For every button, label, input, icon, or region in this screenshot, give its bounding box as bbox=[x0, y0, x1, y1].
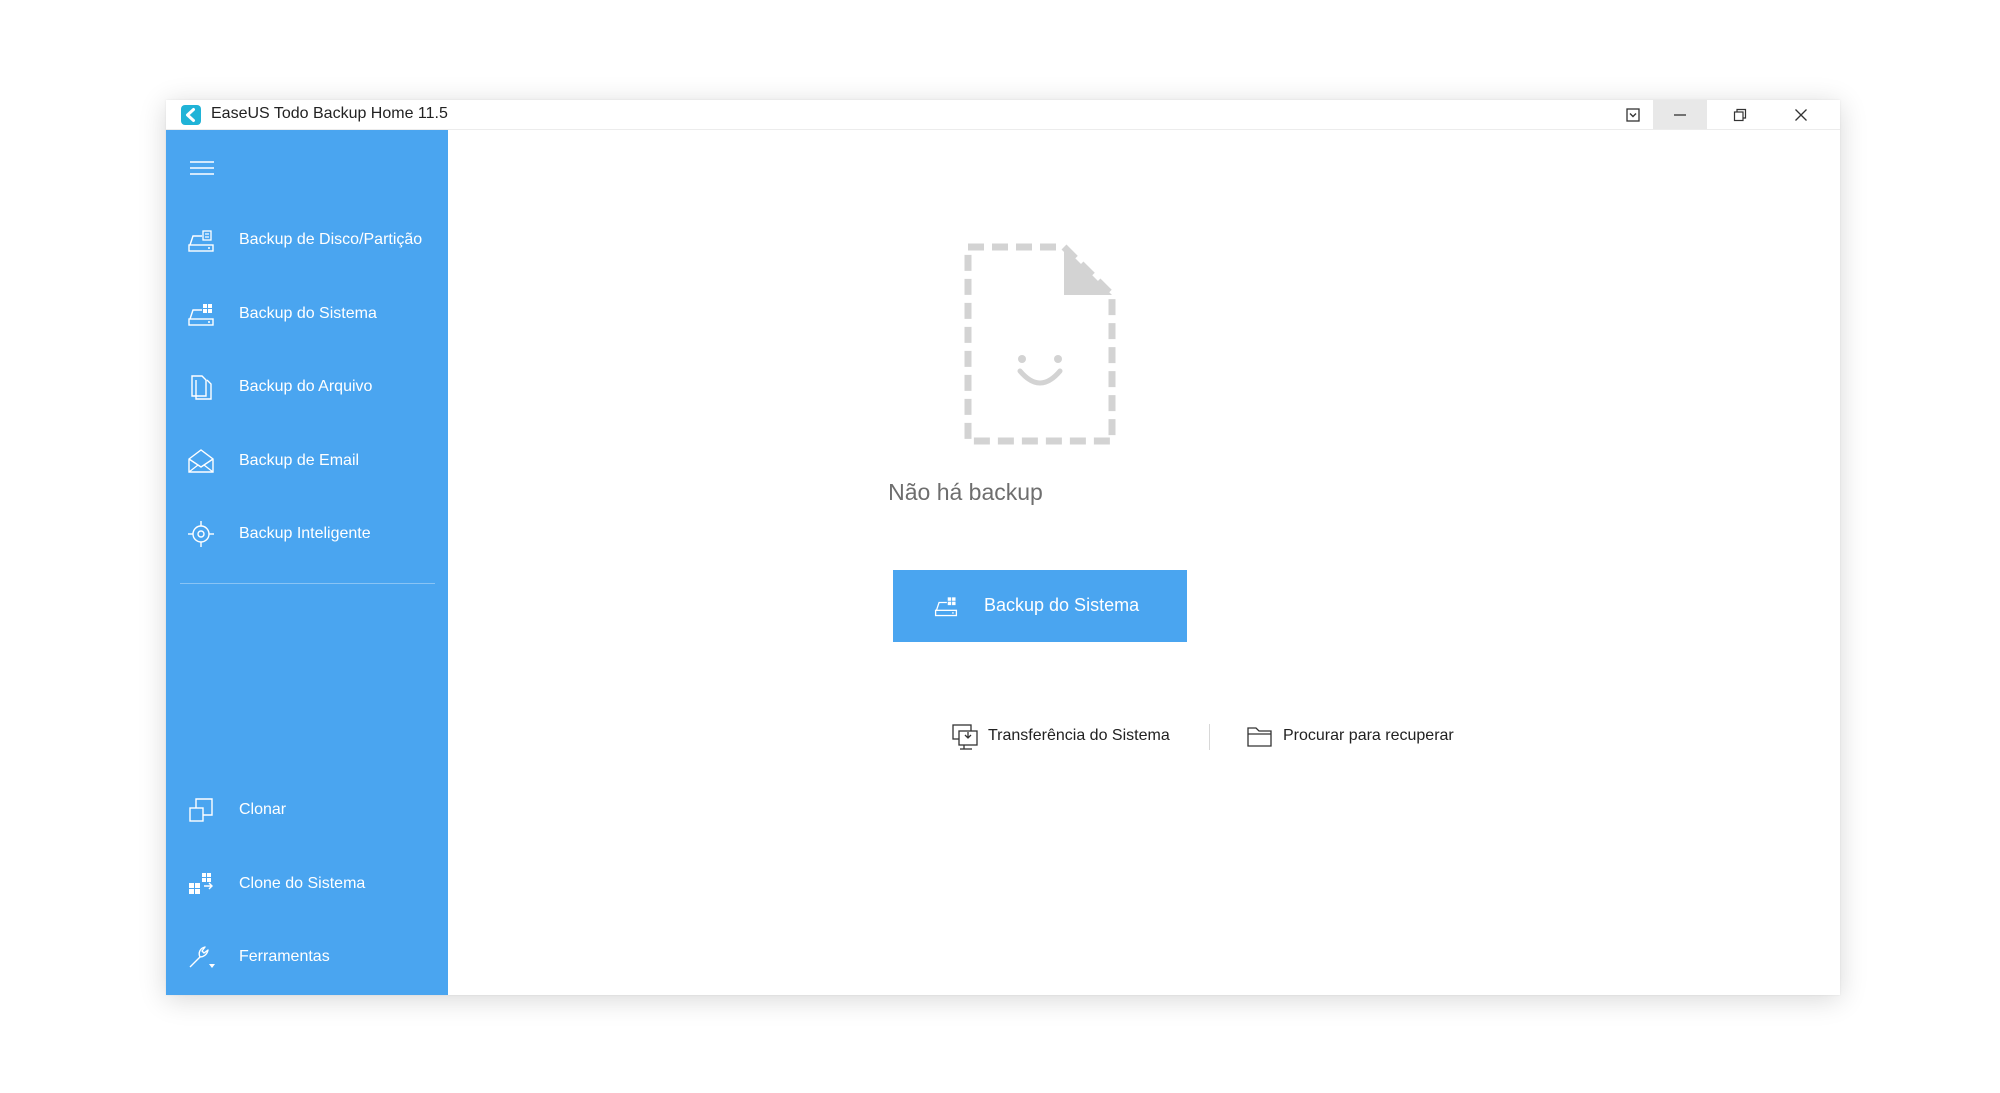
minimize-button[interactable] bbox=[1653, 100, 1707, 129]
system-backup-button[interactable]: Backup do Sistema bbox=[893, 570, 1187, 642]
dropdown-button[interactable] bbox=[1606, 100, 1660, 129]
file-backup-icon bbox=[191, 375, 212, 400]
app-window: EaseUS Todo Backup Home 11.5 Backup de D… bbox=[166, 100, 1840, 995]
system-transfer-link[interactable]: Transferência do Sistema bbox=[950, 720, 1170, 752]
minimize-icon bbox=[1674, 113, 1686, 116]
sidebar-item-system-backup[interactable]: Backup do Sistema bbox=[166, 286, 448, 342]
sidebar-item-email-backup[interactable]: Backup de Email bbox=[166, 433, 448, 489]
restore-button[interactable] bbox=[1713, 100, 1767, 129]
smart-backup-icon bbox=[188, 521, 214, 547]
sidebar-item-label: Backup do Sistema bbox=[239, 305, 377, 322]
sidebar-item-label: Backup de Email bbox=[239, 452, 360, 469]
title-bar: EaseUS Todo Backup Home 11.5 bbox=[166, 100, 1840, 130]
tools-icon bbox=[189, 946, 215, 968]
sidebar: Backup de Disco/Partição Backup do Siste… bbox=[166, 130, 448, 995]
sidebar-item-label: Backup Inteligente bbox=[239, 525, 371, 542]
browse-to-recover-label: Procurar para recuperar bbox=[1283, 727, 1454, 744]
system-backup-icon bbox=[934, 597, 958, 617]
dropdown-icon bbox=[1626, 107, 1640, 122]
system-transfer-label: Transferência do Sistema bbox=[988, 727, 1170, 744]
empty-state-text: Não há backup bbox=[888, 479, 1043, 505]
sidebar-item-label: Clone do Sistema bbox=[239, 875, 366, 892]
close-button[interactable] bbox=[1774, 100, 1828, 129]
close-icon bbox=[1795, 108, 1807, 121]
sidebar-item-smart-backup[interactable]: Backup Inteligente bbox=[166, 506, 448, 562]
sidebar-item-label: Backup de Disco/Partição bbox=[239, 231, 423, 248]
browse-to-recover-link[interactable]: Procurar para recuperar bbox=[1245, 720, 1454, 752]
folder-icon bbox=[1247, 727, 1272, 747]
sidebar-item-system-clone[interactable]: Clone do Sistema bbox=[166, 856, 448, 912]
restore-icon bbox=[1733, 108, 1747, 121]
sidebar-item-label: Clonar bbox=[239, 801, 287, 818]
hamburger-icon[interactable] bbox=[190, 160, 214, 176]
app-logo-icon bbox=[181, 105, 201, 125]
window-title: EaseUS Todo Backup Home 11.5 bbox=[211, 105, 448, 122]
sidebar-item-file-backup[interactable]: Backup do Arquivo bbox=[166, 359, 448, 415]
sidebar-item-clone[interactable]: Clonar bbox=[166, 782, 448, 838]
sidebar-item-tools[interactable]: Ferramentas bbox=[166, 929, 448, 985]
clone-icon bbox=[189, 798, 213, 822]
disk-backup-icon bbox=[188, 230, 214, 252]
main-content: Não há backup Backup do Sistema Transfer… bbox=[448, 130, 1840, 995]
system-transfer-icon bbox=[952, 724, 978, 750]
system-clone-icon bbox=[189, 873, 213, 894]
system-backup-button-label: Backup do Sistema bbox=[984, 595, 1140, 615]
empty-document-smiley-icon bbox=[964, 243, 1116, 445]
email-backup-icon bbox=[188, 449, 214, 473]
link-separator bbox=[1209, 724, 1210, 750]
sidebar-item-disk-backup[interactable]: Backup de Disco/Partição bbox=[166, 212, 448, 268]
sidebar-item-label: Backup do Arquivo bbox=[239, 378, 373, 395]
sidebar-divider bbox=[180, 583, 435, 584]
sidebar-item-label: Ferramentas bbox=[239, 948, 330, 965]
system-backup-icon bbox=[188, 304, 214, 326]
